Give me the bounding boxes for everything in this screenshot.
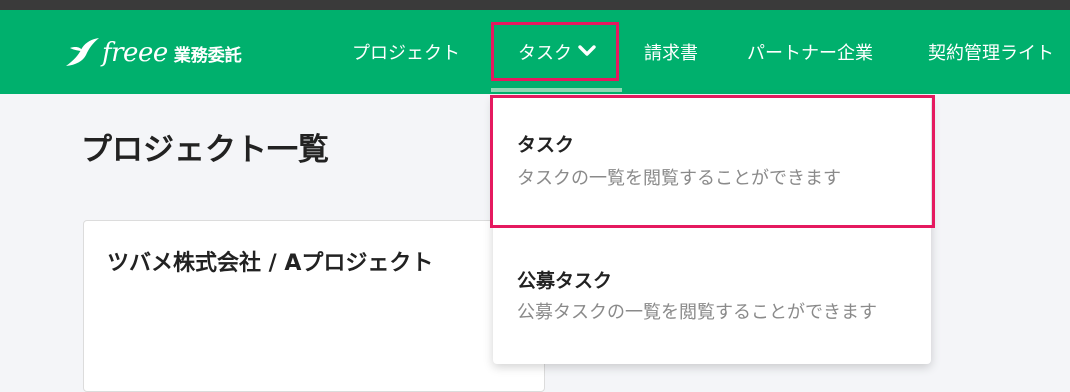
nav-item-contracts[interactable]: 契約管理ライト [928, 10, 1054, 94]
bird-logo-icon [66, 38, 99, 66]
page-title: プロジェクト一覧 [81, 132, 329, 168]
project-card[interactable]: ツバメ株式会社 / Aプロジェクト [83, 220, 545, 392]
nav-item-label: プロジェクト [352, 43, 460, 64]
highlight-box-tasks-item [490, 95, 935, 228]
nav-item-invoices[interactable]: 請求書 [644, 10, 698, 94]
freee-logo[interactable]: freee 業務委託 [64, 34, 242, 72]
top-strip [0, 0, 1070, 10]
nav-item-partners[interactable]: パートナー企業 [747, 10, 873, 94]
logo-wordmark: freee [102, 38, 168, 68]
nav-item-label: 請求書 [644, 43, 698, 64]
nav-item-projects[interactable]: プロジェクト [352, 10, 460, 94]
dropdown-item-public-tasks[interactable]: 公募タスク 公募タスクの一覧を閲覧することができます [493, 232, 931, 364]
dropdown-item-label: 公募タスク [517, 270, 613, 292]
logo-subtitle: 業務委託 [173, 45, 242, 66]
highlight-box-tasks-tab [491, 22, 619, 81]
project-card-title[interactable]: ツバメ株式会社 / Aプロジェクト [107, 245, 433, 277]
dropdown-item-description: 公募タスクの一覧を閲覧することができます [517, 302, 877, 323]
nav-item-label: 契約管理ライト [928, 43, 1054, 64]
active-tab-indicator [491, 88, 622, 92]
nav-item-label: パートナー企業 [747, 43, 873, 64]
